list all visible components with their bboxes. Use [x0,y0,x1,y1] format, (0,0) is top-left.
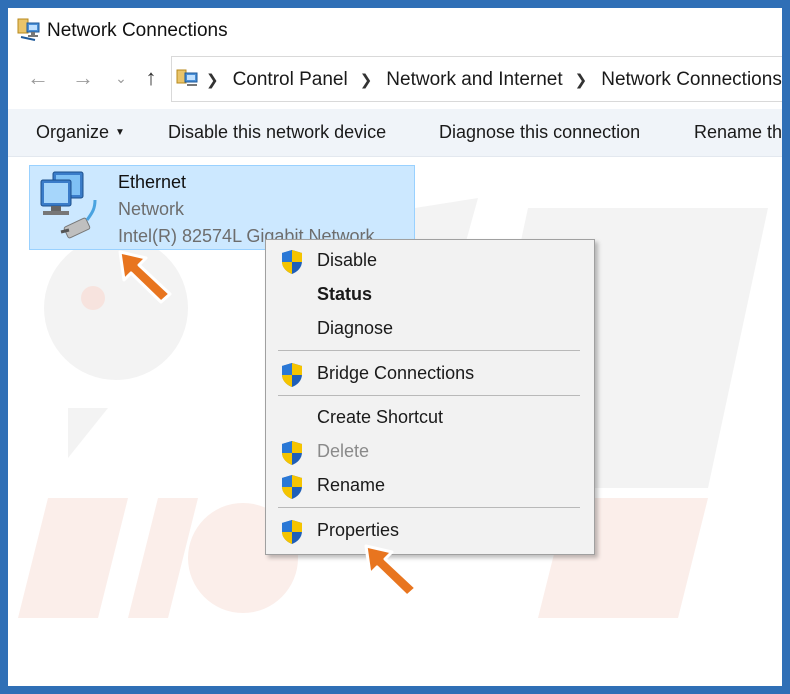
menu-separator [278,395,580,396]
arrow-up-icon[interactable]: ↑ [137,64,165,92]
menu-item-diagnose[interactable]: Diagnose [266,313,594,345]
network-connections-icon [17,18,40,41]
address-bar[interactable]: ❯ Control Panel ❯ Network and Internet ❯… [171,56,782,102]
menu-item-label: Bridge Connections [317,363,475,383]
menu-item-label: Status [317,284,373,304]
uac-shield-icon [282,520,302,544]
chevron-right-icon[interactable]: ❯ [575,71,588,89]
breadcrumb: ❯ Control Panel ❯ Network and Internet ❯… [206,57,782,103]
organize-button[interactable]: Organize ▼ [36,122,125,143]
window-title: Network Connections [47,20,228,41]
breadcrumb-network-and-internet[interactable]: Network and Internet [386,69,562,91]
pointer-arrow-icon [118,250,172,304]
menu-item-label: Rename [317,475,386,495]
chevron-down-icon[interactable]: ⌄ [107,64,135,92]
menu-item-label: Diagnose [317,318,394,338]
menu-item-label: Create Shortcut [317,407,444,427]
explorer-window: Network Connections ← → ⌄ ↑ ❯ Control Pa… [8,8,782,686]
menu-item-status[interactable]: Status [266,279,594,311]
pointer-arrow-icon [364,544,418,598]
diagnose-connection-button[interactable]: Diagnose this connection [439,122,640,143]
uac-shield-icon [282,475,302,499]
arrow-left-icon[interactable]: ← [24,64,52,92]
command-bar: Organize ▼ Disable this network device Di… [8,109,782,157]
uac-shield-icon [282,250,302,274]
ethernet-connection-item[interactable]: Ethernet Network Intel(R) 82574L Gigabit… [29,165,415,250]
connection-name: Ethernet [118,172,187,192]
chevron-right-icon[interactable]: ❯ [360,71,373,89]
navigation-bar: ← → ⌄ ↑ ❯ Control Panel ❯ Network and In… [8,56,782,102]
menu-item-label: Properties [317,520,400,540]
chevron-right-icon[interactable]: ❯ [206,71,219,89]
context-menu: Disable Status Diagnose Bridge Connectio… [265,239,595,555]
connection-status: Network [118,199,185,219]
menu-item-label: Disable [317,250,378,270]
title-bar: Network Connections [8,8,782,54]
rename-button[interactable]: Rename th [694,122,782,143]
arrow-right-icon[interactable]: → [69,64,97,92]
uac-shield-icon [282,441,302,465]
breadcrumb-control-panel[interactable]: Control Panel [233,69,348,91]
menu-item-disable[interactable]: Disable [266,245,594,277]
menu-item-create-shortcut[interactable]: Create Shortcut [266,402,594,434]
control-panel-icon [176,69,198,86]
breadcrumb-network-connections[interactable]: Network Connections [601,69,782,91]
uac-shield-icon [282,363,302,387]
organize-label: Organize [36,122,110,142]
menu-item-label: Delete [317,441,370,461]
ethernet-adapter-icon [40,171,97,239]
menu-item-bridge-connections[interactable]: Bridge Connections [266,358,594,390]
menu-item-delete: Delete [266,436,594,468]
menu-item-rename[interactable]: Rename [266,470,594,502]
menu-item-properties[interactable]: Properties [266,515,594,547]
caret-down-icon: ▼ [115,127,125,138]
menu-separator [278,507,580,508]
disable-device-button[interactable]: Disable this network device [168,122,386,143]
menu-separator [278,350,580,351]
